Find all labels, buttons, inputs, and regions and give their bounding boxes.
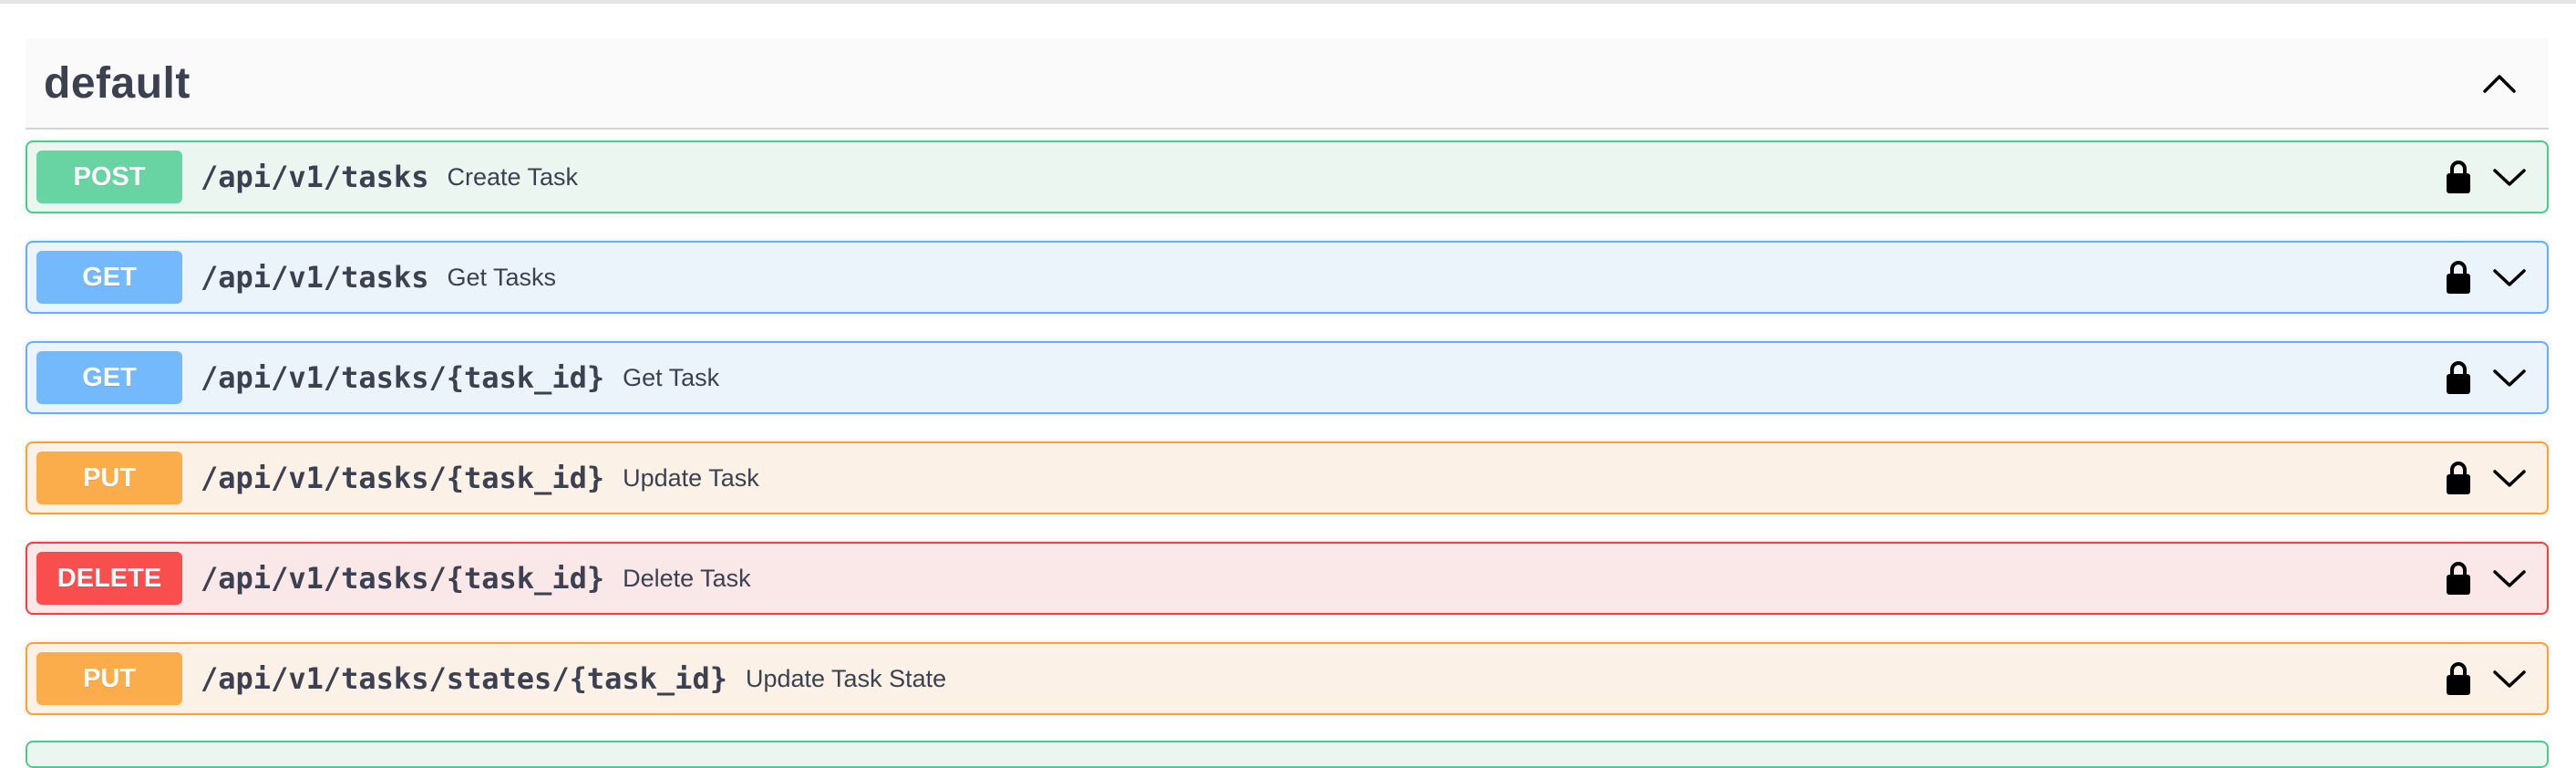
operation-next-partial[interactable] [26, 741, 2549, 768]
top-divider [0, 0, 2576, 4]
tag-section-header[interactable]: default [26, 38, 2549, 130]
operation-path: /api/v1/tasks [201, 160, 429, 194]
authorize-button[interactable] [2437, 154, 2479, 200]
authorize-button[interactable] [2437, 555, 2479, 601]
authorize-button[interactable] [2437, 254, 2479, 300]
method-badge: PUT [36, 451, 182, 504]
lock-icon [2447, 462, 2470, 494]
expand-operation-button[interactable] [2487, 254, 2532, 300]
operation-path: /api/v1/tasks [201, 260, 429, 295]
operation-summary: Create Task [447, 162, 579, 191]
chevron-down-icon [2493, 670, 2526, 688]
expand-operation-button[interactable] [2487, 656, 2532, 701]
operation-summary: Get Tasks [447, 263, 557, 291]
operation-post-tasks[interactable]: POST /api/v1/tasks Create Task [26, 140, 2549, 213]
chevron-down-icon [2493, 470, 2526, 487]
expand-operation-button[interactable] [2487, 355, 2532, 400]
operation-summary: Update Task [623, 463, 759, 492]
operation-put-task-state[interactable]: PUT /api/v1/tasks/states/{task_id} Updat… [26, 642, 2549, 715]
chevron-down-icon [2493, 570, 2526, 587]
lock-icon [2447, 161, 2470, 193]
method-badge: POST [36, 150, 182, 203]
authorize-button[interactable] [2437, 355, 2479, 400]
operation-summary: Update Task State [745, 664, 947, 692]
operation-summary: Delete Task [623, 564, 751, 592]
method-badge: GET [36, 351, 182, 404]
tag-section-title: default [44, 58, 191, 108]
lock-icon [2447, 261, 2470, 294]
chevron-down-icon [2493, 269, 2526, 286]
operation-get-task[interactable]: GET /api/v1/tasks/{task_id} Get Task [26, 341, 2549, 414]
operation-path: /api/v1/tasks/{task_id} [201, 360, 605, 395]
expand-operation-button[interactable] [2487, 154, 2532, 200]
chevron-down-icon [2493, 369, 2526, 387]
lock-icon [2447, 562, 2470, 595]
lock-icon [2447, 662, 2470, 695]
chevron-down-icon [2493, 169, 2526, 186]
expand-operation-button[interactable] [2487, 555, 2532, 601]
operations-list: POST /api/v1/tasks Create Task GET /api/… [26, 140, 2549, 715]
lock-icon [2447, 361, 2470, 394]
chevron-up-icon [2483, 75, 2516, 93]
operation-path: /api/v1/tasks/{task_id} [201, 461, 605, 495]
operation-delete-task[interactable]: DELETE /api/v1/tasks/{task_id} Delete Ta… [26, 542, 2549, 615]
method-badge: GET [36, 251, 182, 304]
operation-path: /api/v1/tasks/states/{task_id} [201, 661, 727, 696]
operation-get-tasks[interactable]: GET /api/v1/tasks Get Tasks [26, 241, 2549, 314]
collapse-section-button[interactable] [2470, 54, 2529, 112]
operation-put-task[interactable]: PUT /api/v1/tasks/{task_id} Update Task [26, 441, 2549, 514]
authorize-button[interactable] [2437, 656, 2479, 701]
operation-summary: Get Task [623, 363, 720, 391]
method-badge: PUT [36, 652, 182, 705]
expand-operation-button[interactable] [2487, 455, 2532, 501]
authorize-button[interactable] [2437, 455, 2479, 501]
operation-path: /api/v1/tasks/{task_id} [201, 561, 605, 596]
tag-section-default: default POST /api/v1/tasks Create Task G… [26, 38, 2549, 742]
method-badge: DELETE [36, 552, 182, 605]
